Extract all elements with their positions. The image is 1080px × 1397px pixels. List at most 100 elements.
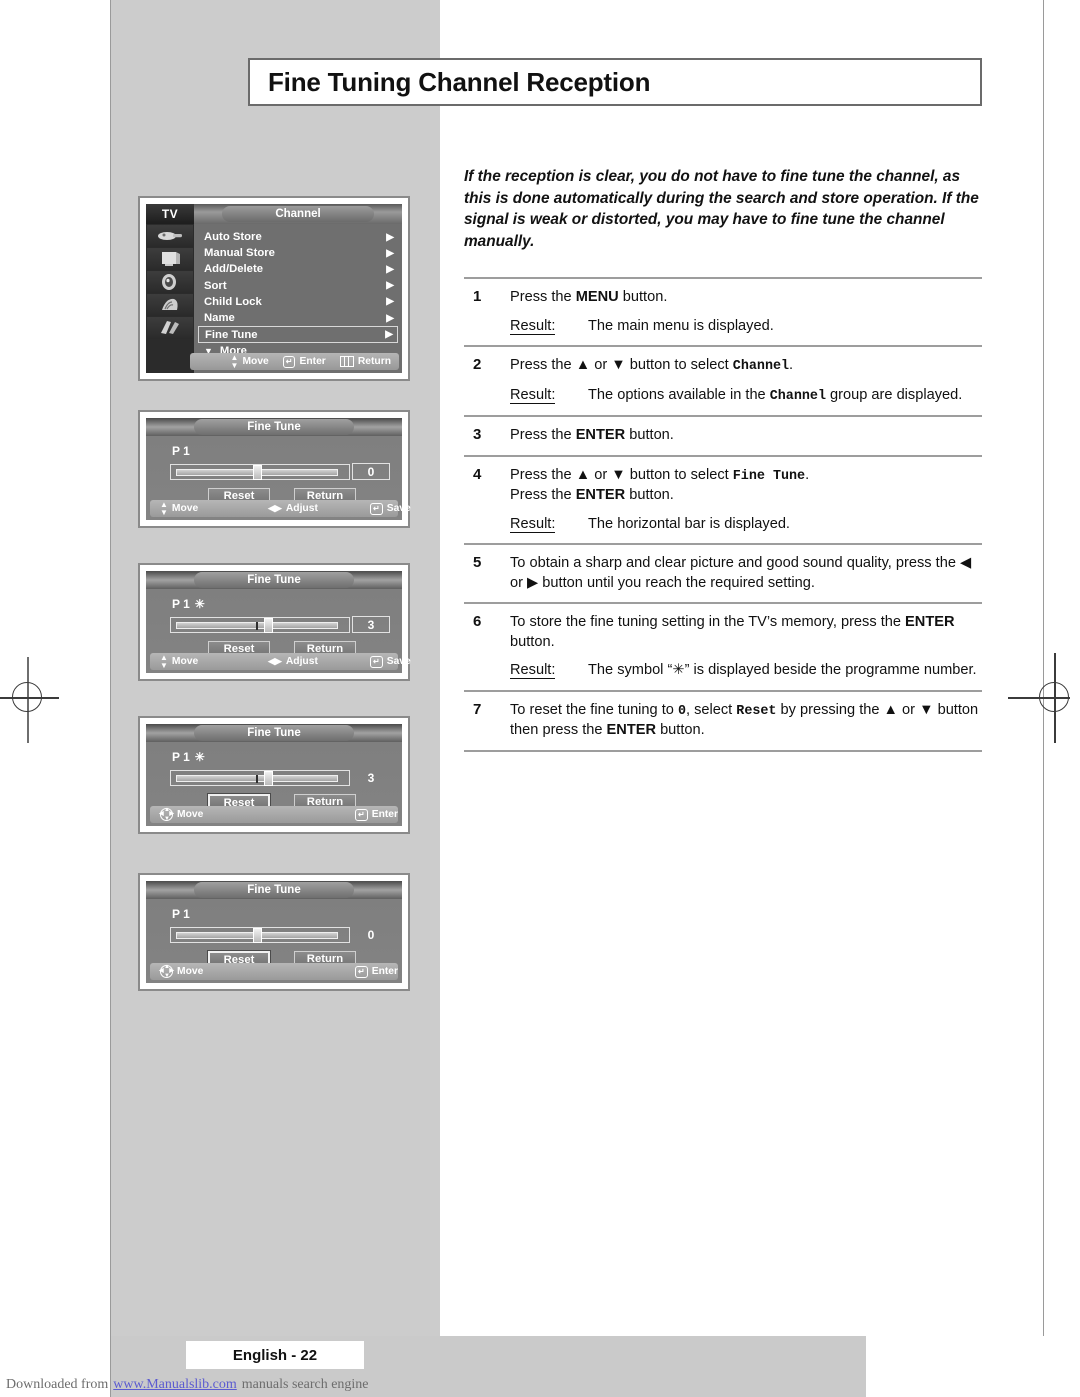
- step-text: To obtain a sharp and clear picture and …: [510, 555, 972, 591]
- step-row: 2 Press the ▲ or ▼ button to select Chann…: [464, 347, 982, 415]
- osd-menu-item-manual-store[interactable]: Manual Store ▶: [198, 245, 398, 261]
- fine-tune-slider-knob[interactable]: [263, 618, 273, 633]
- step-body: Press the ▲ or ▼ button to select Fine T…: [510, 466, 982, 535]
- osd-menu-item-label: Name: [204, 312, 235, 325]
- manualslib-link[interactable]: www.Manualslib.com: [113, 1377, 237, 1393]
- download-suffix: manuals search engine: [241, 1376, 369, 1392]
- step-instruction: To obtain a sharp and clear picture and …: [510, 554, 982, 593]
- osd-dialog-title: Fine Tune: [194, 882, 354, 898]
- step-text: Press the: [510, 427, 576, 443]
- osd-menu-item-child-lock[interactable]: Child Lock ▶: [198, 294, 398, 310]
- osd-programme-number: P 1: [172, 444, 190, 458]
- osd-footer-hint-move: ▲ ▼ Move: [160, 500, 198, 517]
- enter-icon: ↵: [355, 965, 368, 978]
- step-text: Press the: [510, 487, 576, 503]
- intro-paragraph: If the reception is clear, you do not ha…: [464, 168, 979, 250]
- registration-mark-right-icon: [1008, 653, 1078, 743]
- step-text: ▲: [575, 357, 591, 373]
- osd-programme-label: P 1 ✳: [172, 750, 205, 764]
- menu-name: Channel: [769, 388, 826, 404]
- step-result: Result: The options available in the Chan…: [510, 386, 982, 407]
- step-body: Press the ENTER button.: [510, 426, 982, 446]
- osd-footer-hint-enter: ↵ Enter: [355, 963, 398, 980]
- step-instruction: Press the ▲ or ▼ button to select Fine T…: [510, 466, 982, 487]
- menu-name: Fine Tune: [732, 468, 806, 484]
- osd-menu-item-label: Fine Tune: [205, 328, 258, 341]
- step-result: Result: The horizontal bar is displayed.: [510, 515, 982, 535]
- osd-icon-column: TV: [146, 204, 194, 373]
- osd-footer-hint-label: Enter: [371, 809, 399, 820]
- menu-name: Channel: [732, 359, 790, 374]
- result-label: Result:: [510, 662, 556, 679]
- picture-icon: [147, 248, 193, 270]
- osd-footer-hint-adjust: ◀▶ Adjust: [268, 653, 318, 670]
- osd-fine-tune-dialog-2: Fine Tune P 1 ✳ 3 Reset Return ▲ ▼ Move ◀▶ Adjust ↵…: [138, 563, 411, 681]
- osd-footer-hint-move: ▲ ▼ ◀ ▶ Move: [159, 963, 203, 980]
- up-down-arrow-icon: ▲ ▼: [160, 500, 168, 517]
- fine-tune-slider[interactable]: [170, 464, 350, 480]
- page-title-text: Fine Tuning Channel Reception: [268, 66, 651, 97]
- step-text: button.: [656, 722, 705, 738]
- fine-tune-slider-knob[interactable]: [252, 928, 262, 943]
- menu-name: 0: [677, 703, 686, 719]
- step-text: button.: [510, 633, 555, 650]
- fine-tune-slider-knob[interactable]: [263, 771, 273, 786]
- fine-tune-slider-knob[interactable]: [252, 465, 262, 480]
- step-instruction: To store the fine tuning setting in the …: [510, 613, 982, 652]
- result-text-part: group are displayed.: [825, 386, 963, 403]
- osd-group-title: Channel: [222, 206, 374, 222]
- button-name: ENTER: [606, 722, 657, 738]
- fine-tune-slider-center-tick: [256, 775, 258, 783]
- button-name: ENTER: [575, 487, 626, 503]
- osd-menu-header: Channel: [194, 204, 402, 224]
- osd-dialog-footer: ▲ ▼ Move ◀▶ Adjust ↵ Save: [150, 653, 411, 670]
- step-body: To obtain a sharp and clear picture and …: [510, 554, 982, 593]
- enter-icon: ↵: [355, 808, 368, 821]
- result-text-part: The options available in the: [588, 386, 770, 403]
- osd-dialog-body: Fine Tune P 1 ✳ 3 Reset Return ▲ ▼ ◀ ▶ Move ↵ Enter: [146, 724, 402, 826]
- fine-tune-slider[interactable]: [170, 927, 350, 943]
- step-result: Result: The symbol “✳” is displayed besid…: [510, 661, 982, 681]
- button-name: MENU: [575, 289, 619, 305]
- osd-footer-hint-save: ↵ Save: [370, 500, 411, 517]
- osd-dialog-title: Fine Tune: [194, 572, 354, 588]
- osd-dialog-footer: ▲ ▼ ◀ ▶ Move ↵ Enter: [150, 806, 398, 823]
- chevron-right-icon: ▶: [386, 231, 394, 243]
- step-divider: [464, 749, 982, 752]
- chevron-right-icon: ▶: [386, 296, 394, 308]
- osd-menu-item-fine-tune[interactable]: Fine Tune ▶: [198, 326, 398, 344]
- osd-source-label: TV: [146, 204, 194, 224]
- fine-tune-slider[interactable]: [170, 770, 350, 786]
- fine-tune-slider[interactable]: [170, 617, 350, 633]
- osd-footer-hint-label: Return: [357, 356, 391, 367]
- osd-dialog-header: Fine Tune: [146, 881, 402, 899]
- osd-footer-hint-label: Save: [386, 656, 411, 667]
- step-instruction: Press the ▲ or ▼ button to select Channe…: [510, 356, 982, 377]
- osd-menu-item-name[interactable]: Name ▶: [198, 310, 398, 326]
- fine-tuned-star-icon: ✳: [194, 597, 205, 611]
- chevron-right-icon: ▶: [386, 312, 394, 324]
- step-number: 2: [473, 356, 482, 373]
- fine-tune-slider-center-tick: [256, 622, 258, 630]
- osd-programme-number: P 1: [172, 907, 190, 921]
- step-text: Press the ▲ or ▼ button to select: [510, 466, 733, 483]
- step-body: To reset the fine tuning to 0, select Re…: [510, 701, 982, 741]
- osd-footer-hint-return: Return: [339, 356, 391, 367]
- osd-menu-item-auto-store[interactable]: Auto Store ▶: [198, 229, 398, 245]
- osd-programme-label: P 1 ✳: [172, 597, 205, 611]
- step-instruction-line2: Press the ENTER button.: [510, 486, 982, 506]
- dpad-icon: ▲ ▼ ◀ ▶: [159, 807, 174, 822]
- step-row: 7 To reset the fine tuning to 0, select R…: [464, 692, 982, 750]
- osd-menu-item-add-delete[interactable]: Add/Delete ▶: [198, 261, 398, 277]
- step-number: 3: [473, 426, 482, 443]
- osd-menu-item-sort[interactable]: Sort ▶: [198, 278, 398, 294]
- osd-menu-item-label: Add/Delete: [204, 263, 264, 276]
- step-text: button.: [625, 487, 674, 503]
- osd-footer-hint-move: ▲ ▼ ◀ ▶ Move: [159, 806, 203, 823]
- osd-dialog-title: Fine Tune: [194, 725, 354, 741]
- chevron-right-icon: ▶: [386, 247, 394, 259]
- step-text: button.: [625, 427, 674, 443]
- step-row: 4 Press the ▲ or ▼ button to select Fine …: [464, 457, 982, 544]
- osd-dialog-header: Fine Tune: [146, 724, 402, 742]
- osd-programme-number: P 1: [172, 750, 190, 764]
